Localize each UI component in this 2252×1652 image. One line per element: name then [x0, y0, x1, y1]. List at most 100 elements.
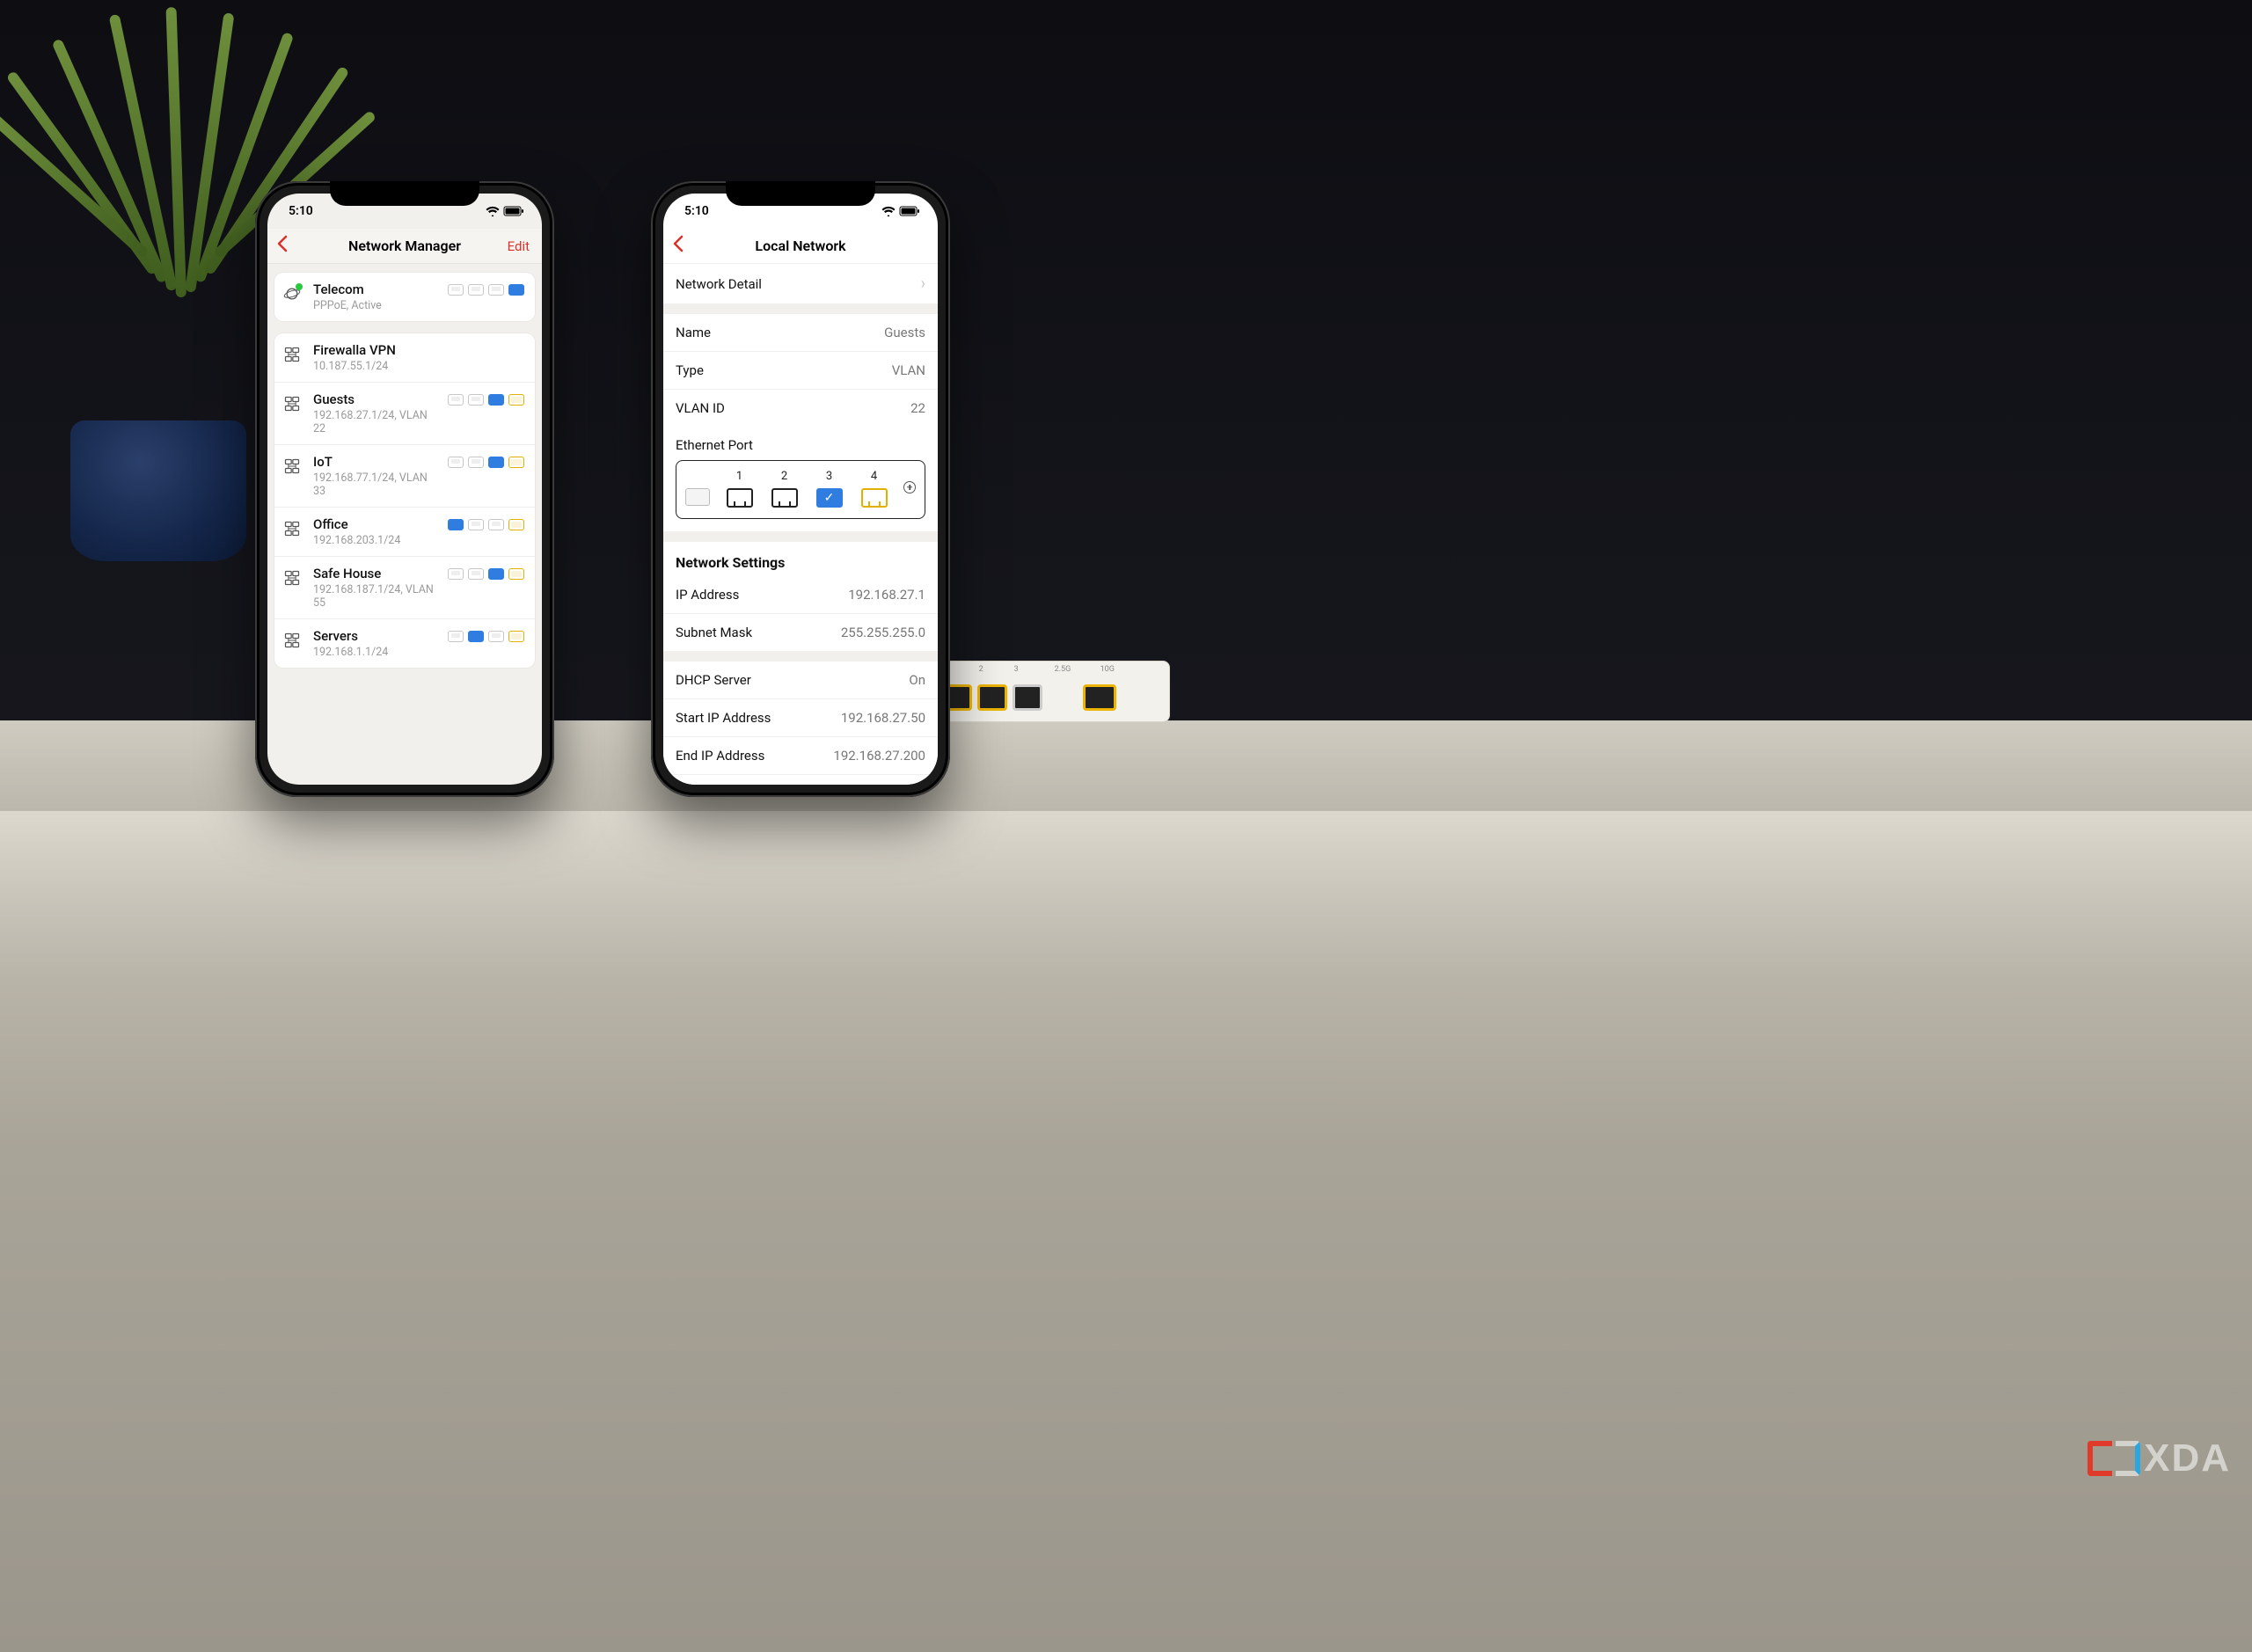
sfp-port-icon: [685, 488, 710, 506]
nav-header: Local Network: [663, 229, 938, 264]
network-detail-row[interactable]: Network Detail ›: [663, 264, 938, 303]
port-indicator: [488, 631, 504, 642]
edit-button[interactable]: Edit: [508, 238, 530, 254]
planet-icon: [283, 281, 304, 306]
setting-value: 192.168.27.1: [848, 587, 925, 603]
page-title: Network Manager: [348, 238, 461, 254]
lan-icon: [283, 516, 304, 541]
network-ports: [448, 454, 524, 468]
chevron-right-icon: ›: [921, 274, 925, 293]
setting-value: 255.255.255.0: [841, 625, 925, 640]
ethernet-port-label: Ethernet Port: [663, 427, 938, 460]
ethernet-port-icon[interactable]: [727, 488, 753, 508]
ethernet-port-4[interactable]: 4: [859, 470, 889, 508]
back-button[interactable]: [672, 235, 684, 258]
setting-row[interactable]: Start IP Address 192.168.27.50: [663, 698, 938, 736]
lan-icon: [283, 342, 304, 367]
network-title: Servers: [313, 628, 439, 644]
network-row[interactable]: Firewalla VPN 10.187.55.1/24: [274, 333, 535, 382]
network-ports: [448, 516, 524, 530]
port-number: 3: [826, 470, 832, 483]
wifi-icon: [486, 206, 500, 216]
port-indicator: [448, 568, 464, 580]
port-indicator: [508, 284, 524, 296]
ethernet-port-3[interactable]: 3✓: [814, 470, 844, 508]
network-title: Guests: [313, 391, 439, 407]
setting-row[interactable]: End IP Address 192.168.27.200: [663, 736, 938, 774]
port-indicator: [468, 568, 484, 580]
network-title: Safe House: [313, 566, 439, 581]
status-dot: [296, 283, 303, 290]
network-subtitle: 192.168.187.1/24, VLAN 55: [313, 583, 439, 610]
shelf: [0, 811, 2252, 1652]
port-indicator: [488, 284, 504, 296]
setting-row[interactable]: Primary DNS Server1.1.1.1: [663, 774, 938, 785]
wan-ports: [448, 281, 524, 296]
lan-icon: [283, 454, 304, 479]
port-indicator: [468, 394, 484, 406]
network-title: IoT: [313, 454, 439, 470]
wan-title: Telecom: [313, 281, 439, 297]
ethernet-port-1[interactable]: 1: [724, 470, 755, 508]
ethernet-port-icon[interactable]: [771, 488, 798, 508]
port-indicator: [488, 457, 504, 468]
network-subtitle: 192.168.203.1/24: [313, 534, 439, 547]
plant-pot: [70, 420, 246, 561]
back-button[interactable]: [276, 235, 289, 258]
network-ports: [448, 628, 524, 642]
network-title: Office: [313, 516, 439, 532]
name-row[interactable]: Name Guests: [663, 314, 938, 351]
port-indicator: [488, 568, 504, 580]
port-indicator: [448, 394, 464, 406]
setting-value: 192.168.27.200: [833, 748, 925, 764]
network-subtitle: 10.187.55.1/24: [313, 360, 515, 373]
port-number: 4: [871, 470, 877, 483]
port-indicator: [488, 519, 504, 530]
battery-icon: [899, 206, 920, 216]
notch: [726, 181, 875, 206]
lan-list-card: Firewalla VPN 10.187.55.1/24 Guests 192.168…: [274, 333, 535, 668]
network-subtitle: 192.168.1.1/24: [313, 646, 439, 659]
setting-row[interactable]: IP Address 192.168.27.1: [663, 576, 938, 613]
notch: [330, 181, 479, 206]
network-subtitle: 192.168.27.1/24, VLAN 22: [313, 409, 439, 435]
port-indicator: [508, 631, 524, 642]
network-row[interactable]: Guests 192.168.27.1/24, VLAN 22: [274, 382, 535, 444]
port-indicator: [468, 631, 484, 642]
setting-value: 192.168.27.50: [841, 710, 925, 726]
network-ports: [448, 391, 524, 406]
page-title: Local Network: [755, 238, 845, 254]
type-row[interactable]: Type VLAN: [663, 351, 938, 389]
lan-icon: [283, 628, 304, 653]
port-indicator: [448, 284, 464, 296]
setting-key: DHCP Server: [676, 672, 751, 688]
phone-network-manager: 5:10 Network Manager Edit: [255, 181, 554, 797]
setting-key: End IP Address: [676, 748, 764, 764]
network-ports: [448, 566, 524, 580]
ethernet-port-icon[interactable]: ✓: [816, 488, 843, 508]
wan-subtitle: PPPoE, Active: [313, 299, 439, 312]
setting-row[interactable]: DHCP ServerOn: [663, 662, 938, 698]
add-port-button[interactable]: [903, 481, 916, 493]
ethernet-port-icon[interactable]: [861, 488, 888, 508]
status-time: 5:10: [289, 204, 313, 218]
nav-header: Network Manager Edit: [267, 229, 542, 264]
setting-key: IP Address: [676, 587, 739, 603]
setting-row[interactable]: Subnet Mask 255.255.255.0: [663, 613, 938, 651]
wan-card[interactable]: Telecom PPPoE, Active: [274, 273, 535, 321]
setting-key: Subnet Mask: [676, 625, 752, 640]
port-indicator: [468, 284, 484, 296]
vlan-row[interactable]: VLAN ID 22: [663, 389, 938, 427]
network-row[interactable]: Servers 192.168.1.1/24: [274, 618, 535, 668]
network-row[interactable]: IoT192.168.77.1/24, VLAN 33: [274, 444, 535, 507]
network-settings-title: Network Settings: [663, 542, 938, 576]
network-title: Firewalla VPN: [313, 342, 515, 358]
setting-key: Start IP Address: [676, 710, 771, 726]
network-row[interactable]: Safe House 192.168.187.1/24, VLAN 55: [274, 556, 535, 618]
ethernet-port-2[interactable]: 2: [769, 470, 800, 508]
router-device: 1 2 3 2.5G 10G: [924, 661, 1170, 722]
network-row[interactable]: Office 192.168.203.1/24: [274, 507, 535, 556]
port-number: 1: [736, 470, 742, 483]
status-time: 5:10: [684, 204, 709, 218]
wifi-icon: [881, 206, 896, 216]
